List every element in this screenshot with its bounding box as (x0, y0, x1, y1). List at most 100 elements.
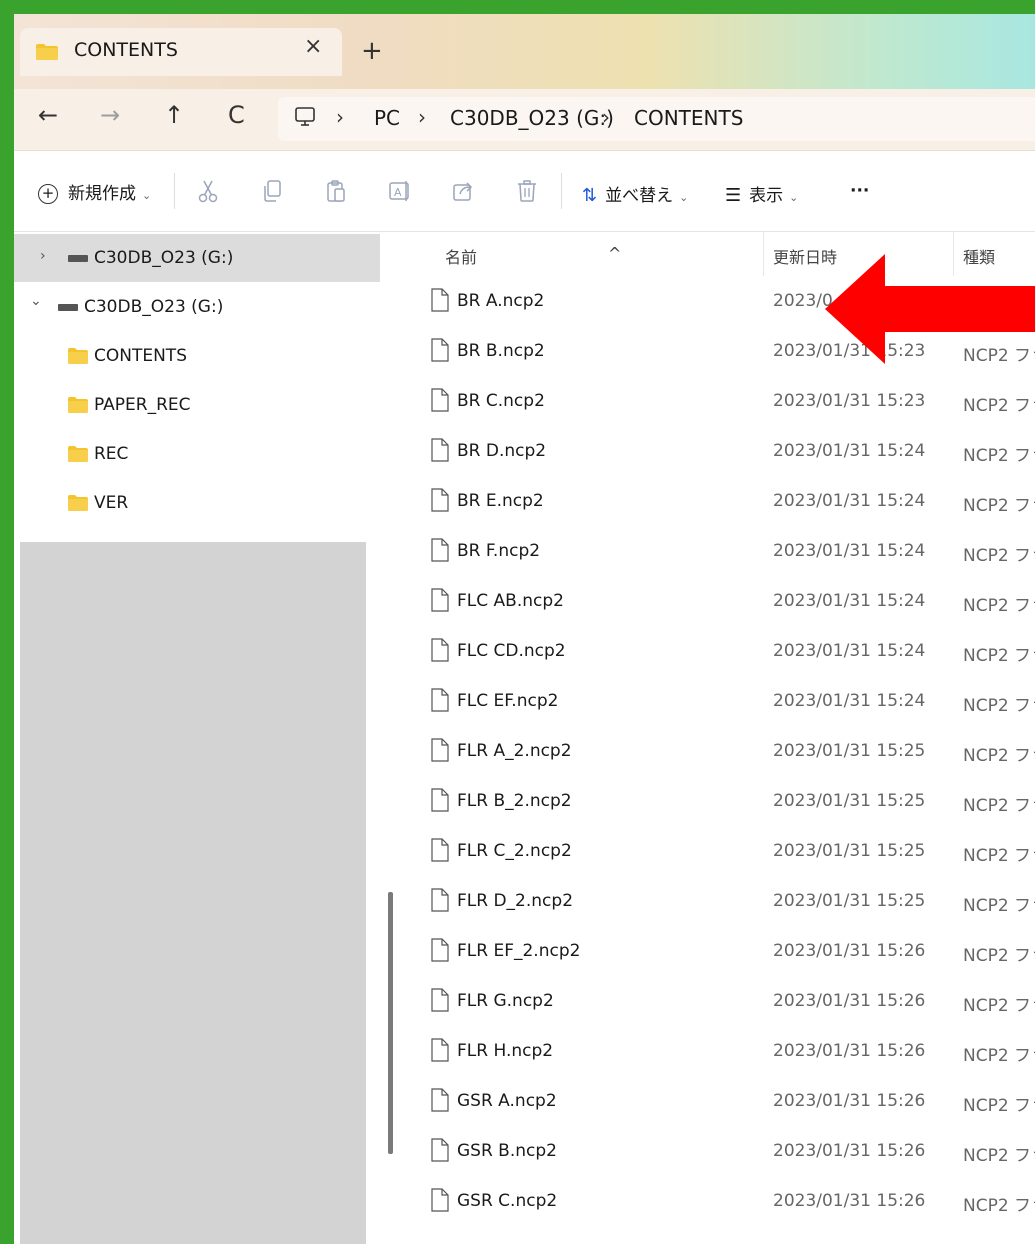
sidebar-empty-area (20, 542, 366, 1244)
file-date: 2023/01/31 15:26 (773, 1041, 926, 1061)
chevron-down-icon: ⌄ (679, 191, 689, 204)
tab-contents[interactable]: CONTENTS × (20, 28, 342, 76)
file-icon (431, 1088, 449, 1116)
file-name: FLR B_2.ncp2 (457, 791, 572, 811)
file-name: FLC AB.ncp2 (457, 591, 564, 611)
copy-icon[interactable] (261, 179, 283, 207)
share-icon[interactable] (452, 179, 476, 207)
table-row[interactable]: BR F.ncp2 2023/01/31 15:24 NCP2 ファイ (401, 528, 1035, 578)
file-type: NCP2 ファイ (963, 646, 1035, 666)
file-type: NCP2 ファイ (963, 796, 1035, 816)
sidebar-scrollbar[interactable] (388, 892, 393, 1154)
file-list: ^ 名前 更新日時 種類 BR A.ncp2 2023/0 BR B.ncp2 202… (401, 232, 1035, 1244)
file-icon (431, 588, 449, 616)
file-name: BR A.ncp2 (457, 291, 545, 311)
toolbar-divider (561, 173, 562, 209)
table-row[interactable]: FLR C_2.ncp2 2023/01/31 15:25 NCP2 ファイ (401, 828, 1035, 878)
file-date: 2023/01/31 15:26 (773, 991, 926, 1011)
file-date: 2023/01/31 15:24 (773, 591, 926, 611)
file-icon (431, 1138, 449, 1166)
sidebar-item-label: C30DB_O23 (G:) (94, 248, 234, 268)
file-date: 2023/01/31 15:23 (773, 391, 926, 411)
new-button[interactable]: + 新規作成 ⌄ (38, 179, 151, 204)
file-icon (431, 788, 449, 816)
table-row[interactable]: FLR D_2.ncp2 2023/01/31 15:25 NCP2 ファイ (401, 878, 1035, 928)
file-date: 2023/01/31 15:26 (773, 1091, 926, 1111)
refresh-button[interactable]: C (228, 101, 245, 129)
sidebar-item-paper-rec[interactable]: PAPER_REC (14, 381, 380, 429)
back-button[interactable]: ← (38, 101, 58, 129)
file-date: 2023/01/31 15:24 (773, 441, 926, 461)
sidebar-item-label: VER (94, 493, 129, 513)
sidebar-item-rec[interactable]: REC (14, 430, 380, 478)
table-row[interactable]: GSR C.ncp2 2023/01/31 15:26 NCP2 ファイ (401, 1178, 1035, 1228)
file-icon (431, 438, 449, 466)
new-button-label: 新規作成 (68, 184, 136, 204)
file-type: NCP2 ファイ (963, 1096, 1035, 1116)
table-row[interactable]: BR E.ncp2 2023/01/31 15:24 NCP2 ファイ (401, 478, 1035, 528)
rename-icon[interactable]: A (388, 179, 412, 207)
sidebar-item-drive-expanded[interactable]: ⌄ C30DB_O23 (G:) (14, 283, 380, 331)
file-name: FLR G.ncp2 (457, 991, 554, 1011)
sort-button[interactable]: ⇅ 並べ替え ⌄ (582, 181, 688, 206)
sort-icon: ⇅ (582, 185, 598, 206)
table-row[interactable]: BR D.ncp2 2023/01/31 15:24 NCP2 ファイ (401, 428, 1035, 478)
column-header-name[interactable]: 名前 (445, 244, 477, 268)
sidebar-item-label: PAPER_REC (94, 395, 191, 415)
sidebar-item-ver[interactable]: VER (14, 479, 380, 527)
chevron-right-icon[interactable]: › (40, 248, 46, 264)
table-row[interactable]: BR C.ncp2 2023/01/31 15:23 NCP2 ファイ (401, 378, 1035, 428)
view-button[interactable]: ☰ 表示 ⌄ (725, 181, 798, 206)
table-row[interactable]: GSR B.ncp2 2023/01/31 15:26 NCP2 ファイ (401, 1128, 1035, 1178)
cut-icon[interactable] (197, 179, 219, 207)
table-row[interactable]: FLC AB.ncp2 2023/01/31 15:24 NCP2 ファイ (401, 578, 1035, 628)
new-tab-button[interactable]: + (361, 38, 383, 64)
sidebar-item-drive-collapsed[interactable]: › C30DB_O23 (G:) (14, 234, 380, 282)
breadcrumb-separator: › (418, 105, 426, 129)
file-type: NCP2 ファイ (963, 496, 1035, 516)
file-name: FLR C_2.ncp2 (457, 841, 572, 861)
table-row[interactable]: FLC EF.ncp2 2023/01/31 15:24 NCP2 ファイ (401, 678, 1035, 728)
breadcrumb-separator: › (602, 105, 610, 129)
file-type: NCP2 ファイ (963, 1146, 1035, 1166)
breadcrumb-drive[interactable]: C30DB_O23 (G:) (450, 106, 614, 130)
file-name: FLR A_2.ncp2 (457, 741, 572, 761)
file-name: GSR B.ncp2 (457, 1141, 557, 1161)
table-row[interactable]: FLC CD.ncp2 2023/01/31 15:24 NCP2 ファイ (401, 628, 1035, 678)
breadcrumb-contents[interactable]: CONTENTS (634, 106, 743, 130)
file-icon (431, 688, 449, 716)
file-explorer-window: CONTENTS × + ← → ↑ C › PC › C30DB_O23 (G… (14, 14, 1035, 1244)
forward-button[interactable]: → (100, 101, 120, 129)
file-name: BR D.ncp2 (457, 441, 547, 461)
file-type: NCP2 ファイ (963, 946, 1035, 966)
breadcrumb-pc[interactable]: PC (374, 106, 400, 130)
file-date: 2023/01/31 15:25 (773, 841, 926, 861)
table-row[interactable]: FLR A_2.ncp2 2023/01/31 15:25 NCP2 ファイ (401, 728, 1035, 778)
chevron-down-icon: ⌄ (142, 189, 152, 202)
folder-icon (68, 348, 88, 368)
file-type: NCP2 ファイ (963, 396, 1035, 416)
file-type: NCP2 ファイ (963, 596, 1035, 616)
table-row[interactable]: FLR H.ncp2 2023/01/31 15:26 NCP2 ファイ (401, 1028, 1035, 1078)
paste-icon[interactable] (325, 179, 347, 207)
table-row[interactable]: FLR B_2.ncp2 2023/01/31 15:25 NCP2 ファイ (401, 778, 1035, 828)
sidebar-item-contents[interactable]: CONTENTS (14, 332, 380, 380)
more-options-button[interactable]: ··· (850, 181, 869, 201)
file-type: NCP2 ファイ (963, 996, 1035, 1016)
column-divider[interactable] (763, 232, 764, 276)
file-date: 2023/01/31 15:25 (773, 891, 926, 911)
file-type: NCP2 ファイ (963, 746, 1035, 766)
table-row[interactable]: FLR EF_2.ncp2 2023/01/31 15:26 NCP2 ファイ (401, 928, 1035, 978)
file-icon (431, 288, 449, 316)
table-row[interactable]: FLR G.ncp2 2023/01/31 15:26 NCP2 ファイ (401, 978, 1035, 1028)
close-tab-icon[interactable]: × (304, 34, 322, 59)
delete-icon[interactable] (516, 179, 538, 207)
annotation-arrow-icon (825, 254, 1035, 364)
file-type: NCP2 ファイ (963, 896, 1035, 916)
address-bar[interactable]: › PC › C30DB_O23 (G:) › CONTENTS (278, 97, 1035, 141)
chevron-down-icon[interactable]: ⌄ (30, 293, 42, 309)
up-button[interactable]: ↑ (164, 101, 184, 129)
tab-title: CONTENTS (74, 39, 178, 61)
file-date: 2023/01/31 15:24 (773, 691, 926, 711)
table-row[interactable]: GSR A.ncp2 2023/01/31 15:26 NCP2 ファイ (401, 1078, 1035, 1128)
